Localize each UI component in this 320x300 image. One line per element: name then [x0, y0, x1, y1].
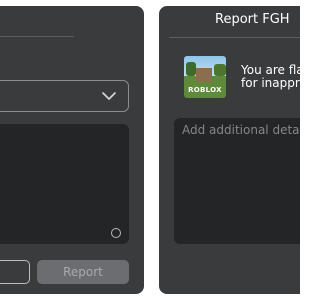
- submit-report-button[interactable]: Report: [37, 260, 129, 284]
- chevron-down-icon: [102, 92, 116, 100]
- comment-textarea[interactable]: [0, 124, 129, 244]
- reason-dropdown[interactable]: [0, 80, 129, 112]
- cancel-button[interactable]: [0, 260, 30, 284]
- screen: Report Report FGH ROBLOX You are fla for…: [0, 0, 300, 300]
- character-counter-icon: [111, 228, 121, 238]
- details-placeholder: Add additional detail: [182, 123, 300, 137]
- right-report-dialog: Report FGH ROBLOX You are fla for inappr…: [159, 6, 300, 294]
- details-textarea[interactable]: Add additional detail: [174, 118, 300, 244]
- left-report-dialog: Report: [0, 6, 144, 294]
- header-divider: [169, 37, 300, 38]
- dialog-title: Report FGH: [215, 12, 290, 27]
- report-notice: You are fla for inappro: [241, 64, 300, 90]
- header-divider: [0, 36, 74, 37]
- game-thumbnail: ROBLOX: [184, 56, 226, 98]
- roblox-logo: ROBLOX: [188, 86, 222, 94]
- notice-line: for inappro: [241, 76, 300, 90]
